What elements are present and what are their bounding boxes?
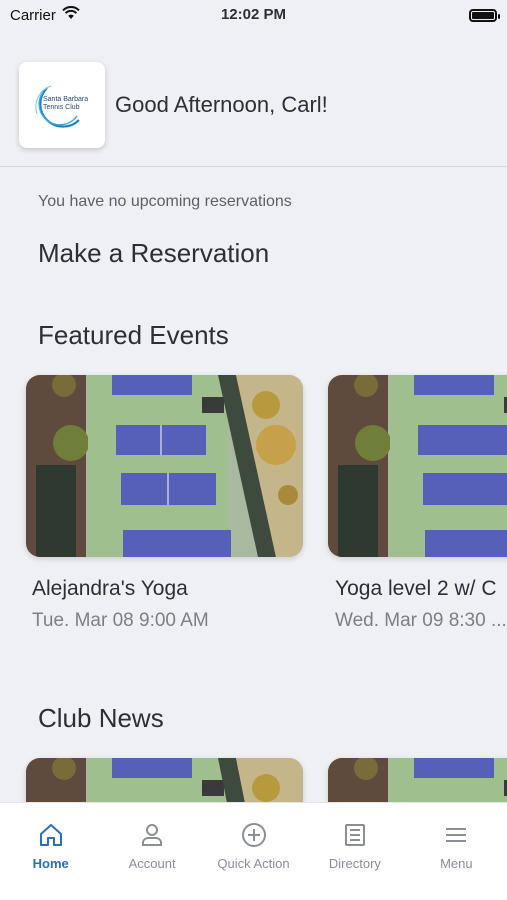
event-date: Wed. Mar 09 8:30 ... [335,610,507,631]
greeting-text: Good Afternoon, Carl! [115,92,328,117]
event-card-image[interactable] [26,375,303,557]
tab-label: Directory [328,856,381,871]
club-logo: Santa Barbara Tennis Club [19,62,105,148]
home-icon [39,824,62,846]
featured-events-title: Featured Events [38,320,229,350]
no-reservations-message: You have no upcoming reservations [38,193,292,210]
tab-bar: Home Account Quick Action Directory Menu [0,802,507,900]
header-divider [0,166,507,167]
tab-label: Quick Action [217,856,290,871]
tab-directory[interactable]: Directory [304,803,405,900]
event-card-image[interactable] [328,375,507,557]
tab-quick-action[interactable]: Quick Action [203,803,304,900]
tab-home[interactable]: Home [0,803,101,900]
tab-label: Home [32,856,69,871]
status-time: 12:02 PM [220,6,287,23]
event-date: Tue. Mar 08 9:00 AM [32,610,209,631]
tab-menu[interactable]: Menu [406,803,507,900]
event-title[interactable]: Alejandra's Yoga [32,577,188,601]
directory-icon [344,824,365,846]
event-title[interactable]: Yoga level 2 w/ C [335,577,497,601]
plus-circle-icon [241,823,266,847]
account-icon [142,824,163,846]
tab-label: Account [128,856,176,871]
menu-icon [446,828,467,842]
header: Santa Barbara Tennis Club Good Afternoon… [19,62,328,148]
logo-text: Santa Barbara Tennis Club [43,96,89,111]
club-news-title: Club News [38,703,164,733]
tab-label: Menu [440,856,473,871]
tab-account[interactable]: Account [101,803,202,900]
make-reservation-link[interactable]: Make a Reservation [38,238,269,269]
